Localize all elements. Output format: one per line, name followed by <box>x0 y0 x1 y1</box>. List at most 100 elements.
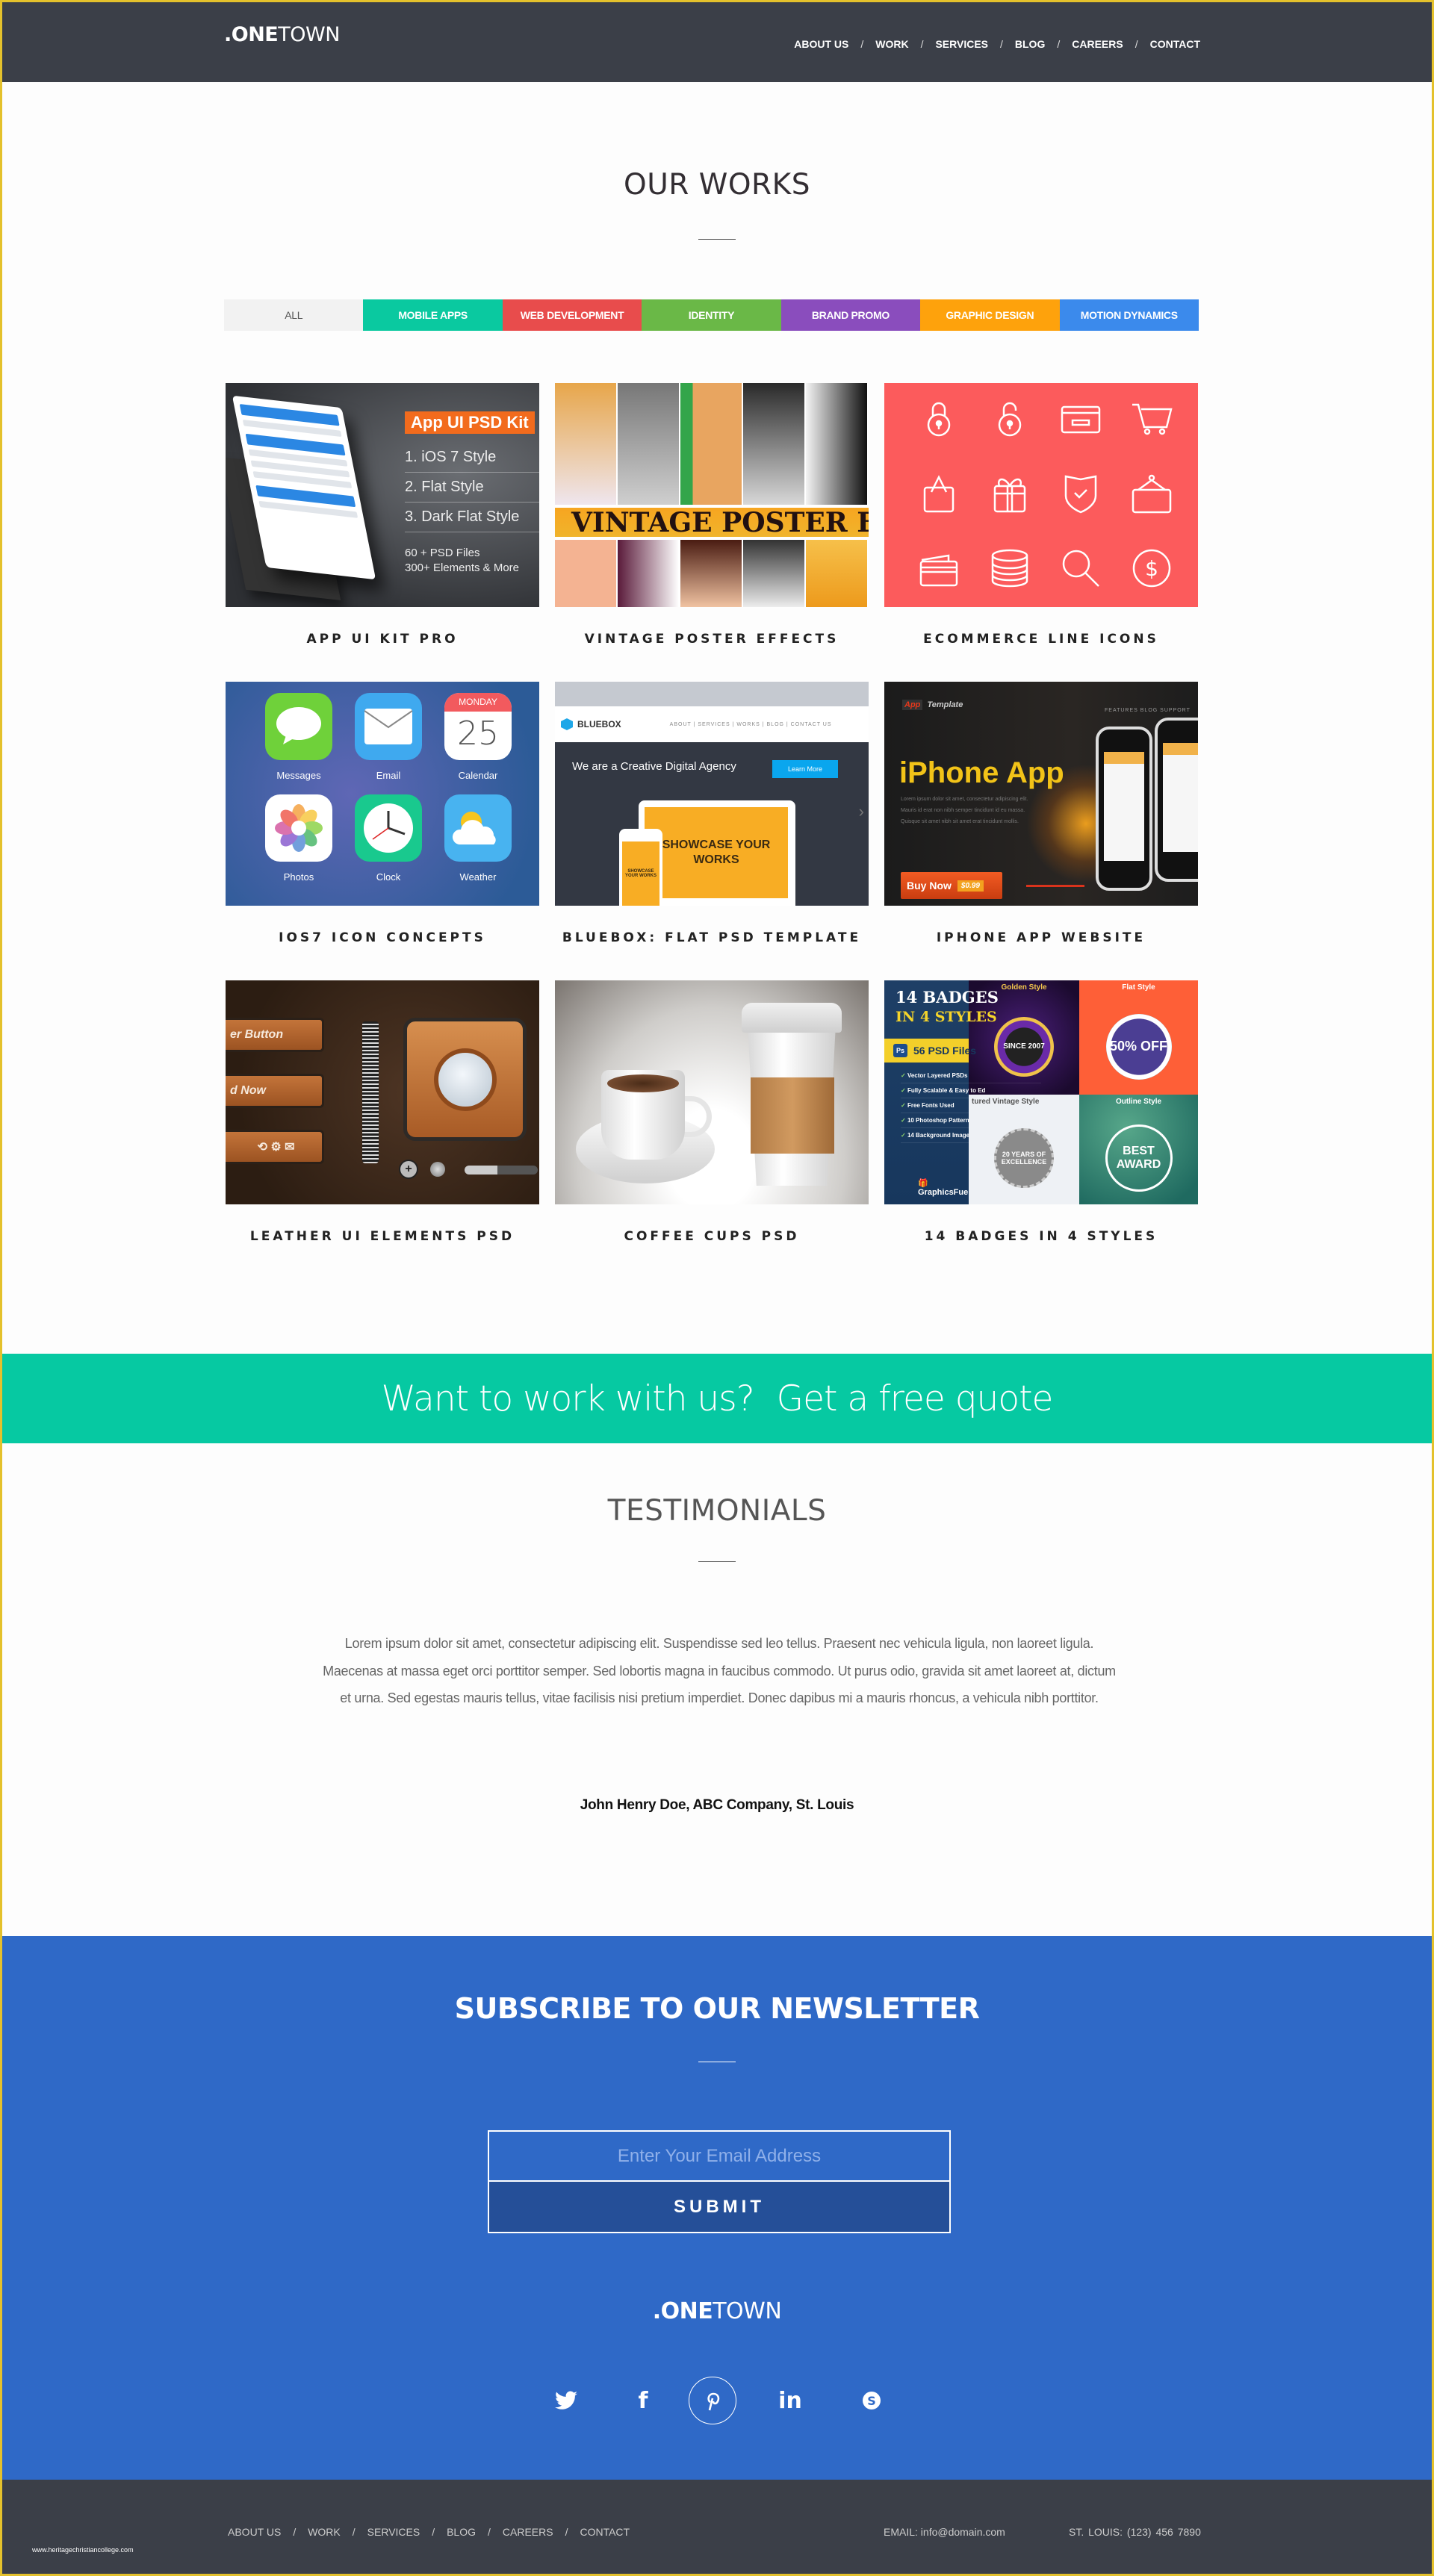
work-thumbnail[interactable]: $ <box>884 383 1198 607</box>
filter-motion-dynamics[interactable]: MOTION DYNAMICS <box>1059 299 1199 331</box>
work-card-badges[interactable]: Golden Style SINCE 2007 Flat Style 50% O… <box>884 980 1198 1244</box>
work-title[interactable]: IPHONE APP WEBSITE <box>884 930 1198 945</box>
work-thumbnail[interactable]: App Template FEATURES BLOG SUPPORT iPhon… <box>884 682 1198 906</box>
nav-about-us[interactable]: ABOUT US <box>794 38 848 50</box>
arrow-right-icon <box>1026 885 1084 887</box>
footer-email[interactable]: EMAIL: info@domain.com <box>884 2526 1005 2538</box>
leather-button: ⟲ ⚙ ✉ <box>226 1130 324 1164</box>
work-title[interactable]: 14 BADGES IN 4 STYLES <box>884 1229 1198 1244</box>
work-title[interactable]: APP UI KIT PRO <box>226 632 539 647</box>
skype-icon[interactable]: S <box>848 2377 896 2424</box>
work-card-iphone-app[interactable]: App Template FEATURES BLOG SUPPORT iPhon… <box>884 682 1198 945</box>
nav-contact[interactable]: CONTACT <box>1150 38 1200 50</box>
filter-label: BRAND PROMO <box>811 309 890 321</box>
work-thumbnail[interactable]: App UI PSD Kit 1. iOS 7 Style 2. Flat St… <box>226 383 539 607</box>
app-template-menu: FEATURES BLOG SUPPORT <box>1105 708 1191 713</box>
work-card-bluebox[interactable]: BLUEBOX ABOUT | SERVICES | WORKS | BLOG … <box>555 682 869 945</box>
filter-web-development[interactable]: WEB DEVELOPMENT <box>502 299 642 331</box>
get-quote-link[interactable]: Get a free quote <box>777 1378 1054 1419</box>
filter-identity[interactable]: IDENTITY <box>642 299 781 331</box>
ios-app-label: Messages <box>276 770 321 781</box>
email-icon <box>355 693 422 760</box>
work-thumbnail[interactable]: er Button d Now ⟲ ⚙ ✉ + <box>226 980 539 1204</box>
work-card-leather-ui[interactable]: er Button d Now ⟲ ⚙ ✉ + LEATHER UI ELEME… <box>226 980 539 1244</box>
nav-blog[interactable]: BLOG <box>1015 38 1045 50</box>
weather-icon <box>444 794 512 862</box>
kit-tag: App UI PSD Kit <box>405 411 535 434</box>
badges-feature: Vector Layered PSDs <box>901 1068 1042 1083</box>
work-title[interactable]: IOS7 ICON CONCEPTS <box>226 930 539 945</box>
psd-files-strip: Ps 56 PSD Files <box>884 1039 976 1063</box>
main-nav: ABOUT US / WORK / SERVICES / BLOG / CAREERS /… <box>794 38 1200 50</box>
nav-separator: / <box>860 38 864 50</box>
footer-nav-services[interactable]: SERVICES <box>367 2526 420 2538</box>
work-title[interactable]: ECOMMERCE LINE ICONS <box>884 632 1198 647</box>
work-thumbnail[interactable]: VINTAGE POSTER EFFECTS <box>555 383 869 607</box>
work-thumbnail[interactable]: BLUEBOX ABOUT | SERVICES | WORKS | BLOG … <box>555 682 869 906</box>
hanging-sign-icon <box>1116 473 1187 514</box>
filter-brand-promo[interactable]: BRAND PROMO <box>780 299 921 331</box>
calendar-day: MONDAY <box>444 693 512 712</box>
site-logo[interactable]: .ONETOWN <box>224 23 340 46</box>
footer-nav-blog[interactable]: BLOG <box>447 2526 476 2538</box>
footer-nav-contact[interactable]: CONTACT <box>580 2526 630 2538</box>
buy-label: Buy Now <box>907 880 952 892</box>
ios-app: Weather <box>433 794 523 883</box>
poster-portrait <box>806 540 869 607</box>
work-thumbnail[interactable]: Golden Style SINCE 2007 Flat Style 50% O… <box>884 980 1198 1204</box>
slider-graphic <box>465 1166 538 1175</box>
nav-careers[interactable]: CAREERS <box>1072 38 1123 50</box>
badges-headline: 14 BADGES <box>896 988 999 1007</box>
shopping-cart-icon <box>1116 398 1187 439</box>
app-template-brand: App Template <box>902 700 965 710</box>
work-card-vintage-poster[interactable]: VINTAGE POSTER EFFECTS VINTAGE POSTER EF… <box>555 383 869 647</box>
desc-line: Lorem ipsum dolor sit amet, consectetur … <box>901 797 1028 802</box>
ios-app-grid: Messages Email MONDAY 25 Calendar Photos <box>254 693 523 883</box>
email-input[interactable] <box>489 2132 949 2182</box>
filter-all[interactable]: ALL <box>224 299 364 331</box>
price-tag: $0.99 <box>957 880 984 892</box>
twitter-icon[interactable] <box>542 2377 590 2424</box>
work-title[interactable]: BLUEBOX: FLAT PSD TEMPLATE <box>555 930 869 945</box>
svg-text:S: S <box>867 2394 876 2408</box>
kit-feature: 2. Flat Style <box>405 473 539 503</box>
work-card-ecommerce-icons[interactable]: $ ECOMMERCE LINE ICONS <box>884 383 1198 647</box>
footer-nav-careers[interactable]: CAREERS <box>503 2526 553 2538</box>
works-filter-bar: ALL MOBILE APPS WEB DEVELOPMENT IDENTITY… <box>224 299 1199 331</box>
cup-sleeve <box>751 1077 834 1154</box>
footer-nav-about-us[interactable]: ABOUT US <box>228 2526 281 2538</box>
filter-graphic-design[interactable]: GRAPHIC DESIGN <box>920 299 1060 331</box>
footer-nav-work[interactable]: WORK <box>308 2526 341 2538</box>
work-title[interactable]: COFFEE CUPS PSD <box>555 1229 869 1244</box>
submit-button[interactable]: SUBMIT <box>489 2182 949 2232</box>
nav-services[interactable]: SERVICES <box>935 38 988 50</box>
work-title[interactable]: LEATHER UI ELEMENTS PSD <box>226 1229 539 1244</box>
footer-logo[interactable]: .ONETOWN <box>2 2298 1432 2324</box>
svg-text:$: $ <box>1145 556 1158 581</box>
credit-card-icon <box>1045 398 1116 439</box>
work-title[interactable]: VINTAGE POSTER EFFECTS <box>555 632 869 647</box>
filter-mobile-apps[interactable]: MOBILE APPS <box>363 299 503 331</box>
photoshop-icon: Ps <box>893 1044 908 1057</box>
cup-lid <box>742 1003 842 1033</box>
work-thumbnail[interactable]: Messages Email MONDAY 25 Calendar Photos <box>226 682 539 906</box>
linkedin-icon[interactable]: in <box>766 2377 814 2424</box>
work-card-ios7-icons[interactable]: Messages Email MONDAY 25 Calendar Photos <box>226 682 539 945</box>
pinterest-icon[interactable] <box>689 2377 736 2424</box>
nav-work[interactable]: WORK <box>875 38 908 50</box>
phone-mockup: SHOWCASE YOUR WORKS <box>619 829 662 906</box>
bluebox-hero: We are a Creative Digital Agency Learn M… <box>555 742 869 906</box>
nav-separator: / <box>432 2526 435 2538</box>
work-card-app-ui-kit[interactable]: App UI PSD Kit 1. iOS 7 Style 2. Flat St… <box>226 383 539 647</box>
badge-style-label: Outline Style <box>1115 1098 1162 1106</box>
work-thumbnail[interactable] <box>555 980 869 1204</box>
filter-label: ALL <box>285 309 303 321</box>
brand-a: App <box>902 700 923 710</box>
work-card-coffee-cups[interactable]: COFFEE CUPS PSD <box>555 980 869 1244</box>
facebook-icon[interactable]: f <box>619 2377 667 2424</box>
nav-separator: / <box>293 2526 297 2538</box>
badge-vintage: 20 YEARS OF EXCELLENCE <box>994 1128 1054 1189</box>
clock-icon <box>355 794 422 862</box>
kit-footnote-line: 300+ Elements & More <box>405 561 519 574</box>
gift-icon: 🎁 <box>918 1179 928 1188</box>
